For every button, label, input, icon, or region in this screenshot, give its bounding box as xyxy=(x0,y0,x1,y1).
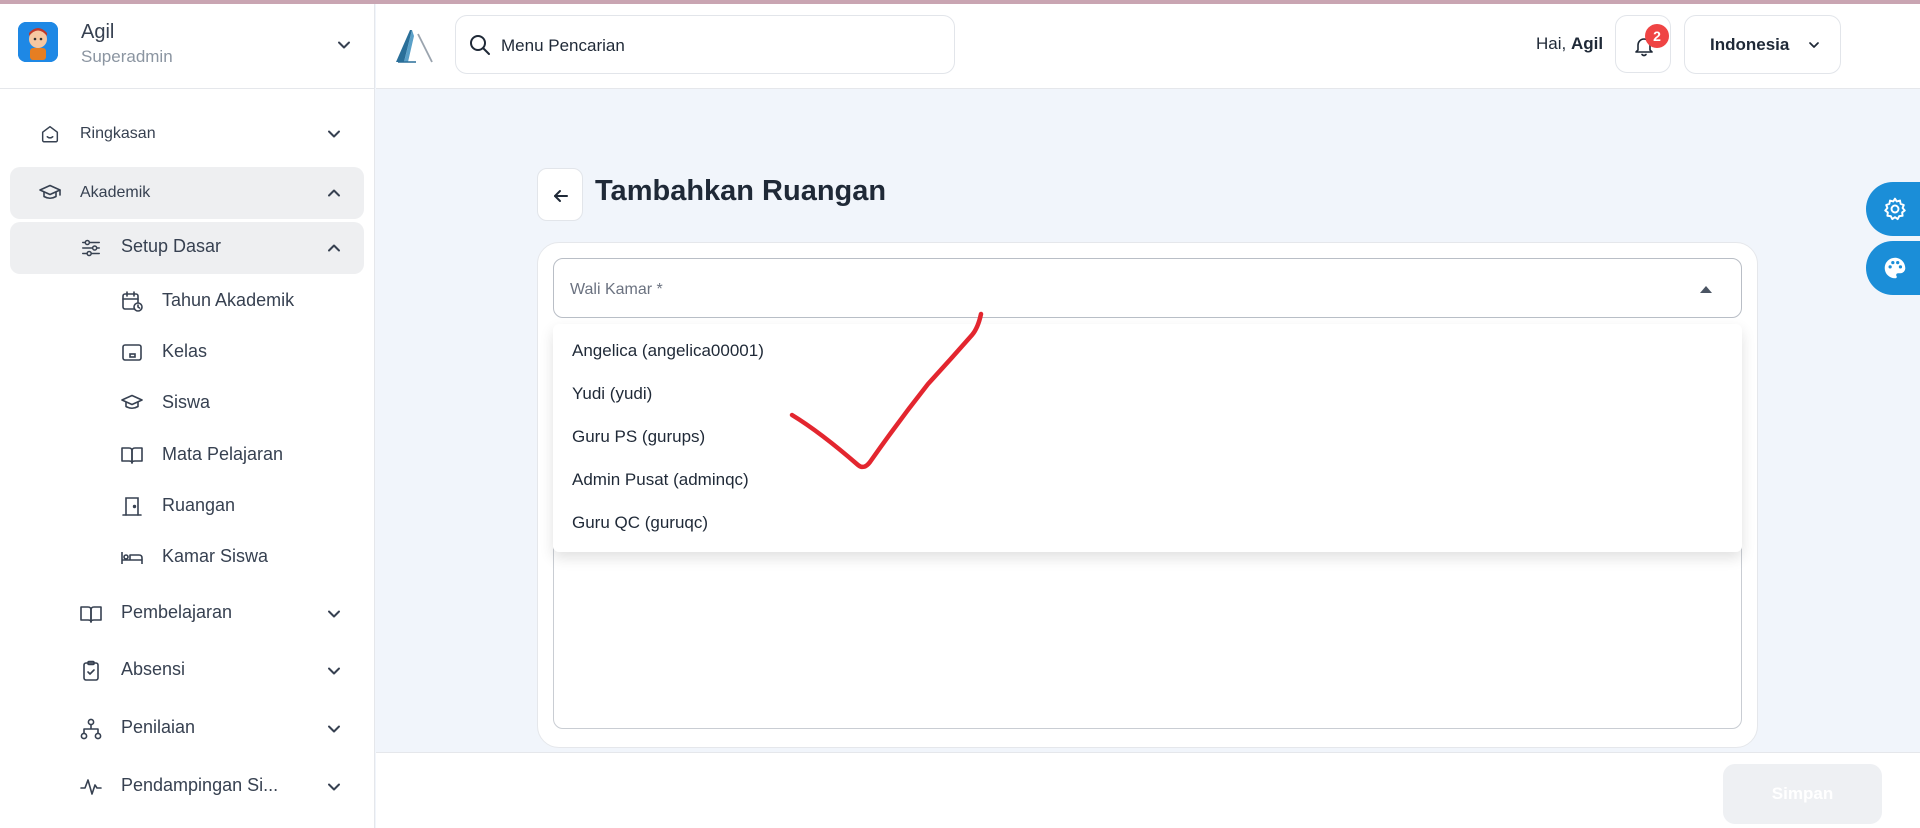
bed-icon xyxy=(119,544,145,570)
sliders-icon xyxy=(78,235,104,261)
dropdown-option[interactable]: Admin Pusat (adminqc) xyxy=(553,458,1742,501)
sidebar-item-siswa[interactable]: Siswa xyxy=(10,380,364,426)
option-label: Angelica (angelica00001) xyxy=(572,341,764,360)
door-icon xyxy=(119,493,145,519)
notification-badge: 2 xyxy=(1645,24,1669,48)
top-stripe xyxy=(0,0,1920,4)
app-logo xyxy=(396,30,433,63)
form-footer: Simpan xyxy=(376,752,1920,828)
settings-float-button[interactable] xyxy=(1866,182,1920,236)
page-title: Tambahkan Ruangan xyxy=(595,175,887,207)
top-header: Menu Pencarian Hai, Agil 2 Indonesia xyxy=(376,4,1920,89)
dropdown-option[interactable]: Guru PS (gurups) xyxy=(553,415,1742,458)
home-icon xyxy=(37,121,63,147)
sidebar-item-label: Kamar Siswa xyxy=(162,546,269,566)
sidebar-item-kelas[interactable]: Kelas xyxy=(10,329,364,375)
sidebar-item-label: Penilaian xyxy=(121,717,196,737)
chevron-down-icon xyxy=(328,610,340,618)
user-profile[interactable]: Agil Superadmin xyxy=(0,4,374,89)
sidebar-item-label: Ruangan xyxy=(162,495,236,515)
clipboard-check-icon xyxy=(78,658,104,684)
caret-up-icon xyxy=(1700,286,1712,293)
sidebar-item-label: Pembelajaran xyxy=(121,602,233,622)
language-select[interactable]: Indonesia xyxy=(1684,15,1841,74)
chevron-down-icon xyxy=(328,667,340,675)
chevron-up-icon xyxy=(328,244,340,252)
option-label: Guru QC (guruqc) xyxy=(572,513,709,532)
sidebar-item-kamar-siswa[interactable]: Kamar Siswa xyxy=(10,534,364,580)
sidebar-item-label: Kelas xyxy=(162,341,208,361)
sidebar-item-ringkasan[interactable]: Ringkasan xyxy=(10,108,364,160)
arrow-left-icon xyxy=(554,190,568,202)
user-role: Superadmin xyxy=(81,47,173,66)
search-placeholder: Menu Pencarian xyxy=(501,36,625,55)
sidebar-item-mata-pelajaran[interactable]: Mata Pelajaran xyxy=(10,432,364,478)
select-label: Wali Kamar * xyxy=(570,281,663,298)
notification-button[interactable]: 2 xyxy=(1615,15,1671,73)
sidebar-item-label: Pendampingan Si... xyxy=(121,775,279,795)
sidebar: Agil Superadmin Ringkasan Akademik Setup… xyxy=(0,4,375,828)
description-textarea[interactable] xyxy=(553,540,1742,729)
sidebar-item-penilaian[interactable]: Penilaian xyxy=(10,703,364,755)
sidebar-item-label: Mata Pelajaran xyxy=(162,444,284,464)
chevron-down-icon xyxy=(1809,42,1819,48)
palette-icon xyxy=(1884,257,1906,279)
sidebar-item-label: Akademik xyxy=(80,184,151,201)
search-input[interactable]: Menu Pencarian xyxy=(455,15,955,74)
chevron-down-icon xyxy=(328,783,340,791)
dropdown-option[interactable]: Yudi (yudi) xyxy=(553,372,1742,415)
activity-icon xyxy=(78,774,104,800)
greeting: Hai, Agil xyxy=(1536,34,1603,54)
chevron-down-icon xyxy=(338,41,350,49)
greeting-name: Agil xyxy=(1570,34,1604,53)
language-label: Indonesia xyxy=(1710,35,1790,54)
sidebar-item-label: Tahun Akademik xyxy=(162,290,295,310)
sidebar-item-ruangan[interactable]: Ruangan xyxy=(10,483,364,529)
save-button[interactable]: Simpan xyxy=(1723,764,1882,824)
graduation-cap-icon xyxy=(37,180,63,206)
search-icon xyxy=(470,35,490,55)
user-name: Agil xyxy=(81,21,115,43)
avatar xyxy=(18,22,58,62)
hierarchy-icon xyxy=(78,716,104,742)
graduation-cap-icon xyxy=(119,390,145,416)
chevron-down-icon xyxy=(328,725,340,733)
sidebar-item-absensi[interactable]: Absensi xyxy=(10,645,364,697)
option-label: Admin Pusat (adminqc) xyxy=(572,470,749,489)
sidebar-item-label: Ringkasan xyxy=(80,125,156,142)
dropdown-option[interactable]: Angelica (angelica00001) xyxy=(553,329,1742,372)
greeting-prefix: Hai, xyxy=(1536,34,1571,53)
sidebar-item-akademik[interactable]: Akademik xyxy=(10,167,364,219)
sidebar-item-setup-dasar[interactable]: Setup Dasar xyxy=(10,222,364,274)
sidebar-item-label: Siswa xyxy=(162,392,211,412)
sidebar-item-pembelajaran[interactable]: Pembelajaran xyxy=(10,588,364,640)
back-button[interactable] xyxy=(537,168,583,221)
sidebar-item-label: Absensi xyxy=(121,659,186,679)
chevron-down-icon xyxy=(328,130,340,138)
option-label: Guru PS (gurups) xyxy=(572,427,706,446)
chevron-up-icon xyxy=(328,189,340,197)
sidebar-item-tahun-akademik[interactable]: Tahun Akademik xyxy=(10,278,364,324)
wali-kamar-select[interactable]: Wali Kamar * xyxy=(553,258,1742,318)
book-open-icon xyxy=(119,442,145,468)
tablet-icon xyxy=(119,339,145,365)
calendar-clock-icon xyxy=(119,288,145,314)
select-dropdown: Angelica (angelica00001) Yudi (yudi) Gur… xyxy=(553,324,1742,552)
sidebar-item-pendampingan[interactable]: Pendampingan Si... xyxy=(10,761,364,813)
dropdown-option[interactable]: Guru QC (guruqc) xyxy=(553,501,1742,544)
book-open-icon xyxy=(78,601,104,627)
sidebar-item-label: Setup Dasar xyxy=(121,236,222,256)
theme-float-button[interactable] xyxy=(1866,241,1920,295)
gear-icon xyxy=(1884,197,1906,221)
option-label: Yudi (yudi) xyxy=(572,384,653,403)
